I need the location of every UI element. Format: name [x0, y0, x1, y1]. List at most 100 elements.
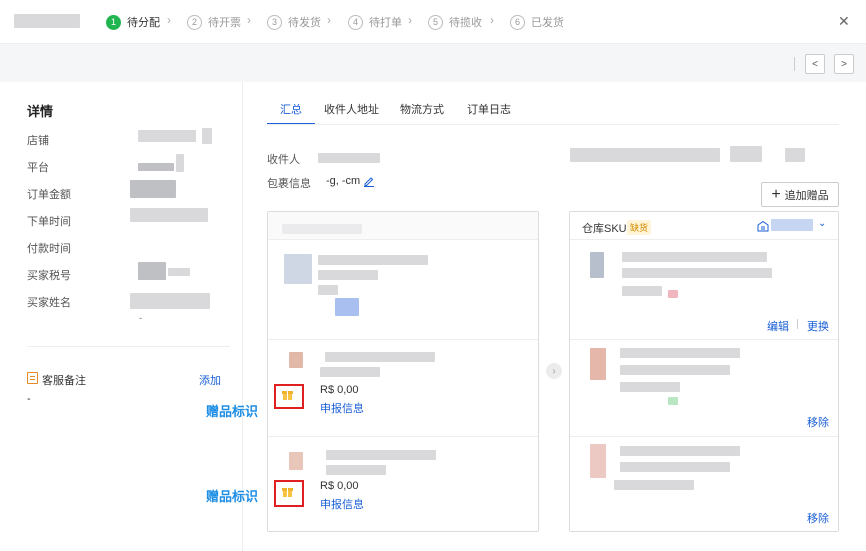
- stepper-header: 1 待分配 › 2 待开票 › 3 待发货 › 4 待打单 › 5 待揽收 › …: [0, 0, 866, 44]
- blurred-value: [130, 208, 208, 222]
- chevron-right-icon: ›: [408, 13, 412, 27]
- logo-blurred: [14, 14, 80, 28]
- blurred-value: [130, 293, 210, 309]
- divider: [268, 339, 538, 340]
- blurred-value: [326, 465, 386, 475]
- blurred-value: [620, 382, 680, 392]
- close-icon[interactable]: ✕: [838, 13, 850, 30]
- step-4[interactable]: 4 待打单: [348, 14, 402, 30]
- field-label-order-amount: 订单金额: [27, 189, 71, 201]
- field-label-buyer-tax-id: 买家税号: [27, 270, 71, 282]
- blurred-value: [620, 348, 740, 358]
- tab-summary[interactable]: 汇总: [280, 101, 302, 117]
- edit-sku-link[interactable]: 编辑: [767, 318, 789, 334]
- tab-recipient-address[interactable]: 收件人地址: [324, 101, 379, 117]
- divider: [794, 57, 795, 71]
- blurred-value: [620, 462, 730, 472]
- package-label: 包裹信息: [267, 178, 311, 190]
- divider: [797, 319, 798, 329]
- step-6[interactable]: 6 已发货: [510, 14, 564, 30]
- details-title: 详情: [27, 104, 54, 119]
- warehouse-select-blurred[interactable]: [771, 219, 813, 231]
- field-label-order-time: 下单时间: [27, 216, 71, 228]
- remark-value: -: [27, 393, 31, 405]
- blurred-value: [620, 365, 730, 375]
- package-value: -g, -cm: [326, 175, 361, 187]
- plus-icon: +: [771, 185, 781, 203]
- blurred-value: [318, 270, 378, 280]
- blurred-value: [168, 268, 190, 276]
- product-image: [289, 452, 303, 470]
- divider: [268, 436, 538, 437]
- next-order-button[interactable]: >: [834, 54, 854, 74]
- details-panel: [0, 82, 243, 551]
- chevron-down-icon[interactable]: ⌄: [818, 218, 826, 229]
- blurred-value: [614, 480, 694, 490]
- tab-shipping-method[interactable]: 物流方式: [400, 101, 444, 117]
- replace-sku-link[interactable]: 更换: [807, 318, 829, 334]
- field-label-platform: 平台: [27, 162, 49, 174]
- product-image: [289, 352, 303, 368]
- blurred-value: [620, 446, 740, 456]
- blurred-value: [325, 352, 435, 362]
- edit-icon[interactable]: [363, 175, 375, 187]
- step-1[interactable]: 1 待分配: [106, 14, 160, 30]
- declare-info-link[interactable]: 申报信息: [320, 496, 364, 512]
- blurred-value: [570, 148, 720, 162]
- chevron-right-icon: ›: [327, 13, 331, 27]
- blurred-value: [326, 450, 436, 460]
- step-3[interactable]: 3 待发货: [267, 14, 321, 30]
- sku-image: [590, 444, 606, 478]
- divider: [570, 239, 838, 240]
- blurred-value: [320, 367, 380, 377]
- stock-shortage-badge: 缺货: [627, 220, 652, 235]
- add-remark-link[interactable]: 添加: [199, 372, 221, 388]
- prev-order-button[interactable]: <: [805, 54, 825, 74]
- divider: [570, 339, 838, 340]
- field-label-pay-time: 付款时间: [27, 243, 71, 255]
- field-label-buyer-name: 买家姓名: [27, 297, 71, 309]
- tabs-underline: [267, 124, 839, 125]
- blurred-value: [318, 285, 338, 295]
- sku-image: [590, 252, 604, 278]
- blurred-value: [785, 148, 805, 162]
- item-price: R$ 0,00: [320, 480, 359, 492]
- blurred-value: [176, 154, 184, 172]
- blurred-value: [668, 290, 678, 298]
- remove-sku-link[interactable]: 移除: [807, 510, 829, 526]
- declare-info-link[interactable]: 申报信息: [320, 400, 364, 416]
- divider: [570, 436, 838, 437]
- recipient-label: 收件人: [267, 154, 300, 166]
- blurred-value: [622, 268, 772, 278]
- add-gift-button[interactable]: + 追加赠品: [761, 182, 839, 207]
- blurred-value: [318, 255, 428, 265]
- blurred-value: [318, 153, 380, 163]
- remark-label: 客服备注: [42, 375, 86, 387]
- step-5[interactable]: 5 待揽收: [428, 14, 482, 30]
- blurred-value: [130, 180, 176, 198]
- blurred-value: [668, 397, 678, 405]
- blurred-value: [138, 130, 196, 142]
- blurred-value: [730, 146, 762, 162]
- buyer-name-dash: -: [139, 313, 142, 323]
- blurred-value: [202, 128, 212, 144]
- divider: [27, 346, 230, 347]
- gift-mark-annotation: 赠品标识: [206, 489, 259, 504]
- chevron-right-icon: ›: [546, 363, 562, 379]
- blurred-value: [622, 286, 662, 296]
- blurred-value: [282, 224, 362, 234]
- product-image: [284, 254, 312, 284]
- note-icon: [27, 372, 38, 384]
- toolbar: [0, 44, 866, 82]
- chevron-right-icon: ›: [167, 13, 171, 27]
- blurred-value: [138, 262, 166, 280]
- chevron-right-icon: ›: [247, 13, 251, 27]
- remove-sku-link[interactable]: 移除: [807, 414, 829, 430]
- gift-icon: [282, 486, 293, 497]
- tab-order-log[interactable]: 订单日志: [467, 101, 511, 117]
- blurred-value: [138, 163, 174, 171]
- warehouse-icon: [757, 220, 769, 232]
- sku-image: [590, 348, 606, 380]
- step-2[interactable]: 2 待开票: [187, 14, 241, 30]
- gift-icon: [282, 389, 293, 400]
